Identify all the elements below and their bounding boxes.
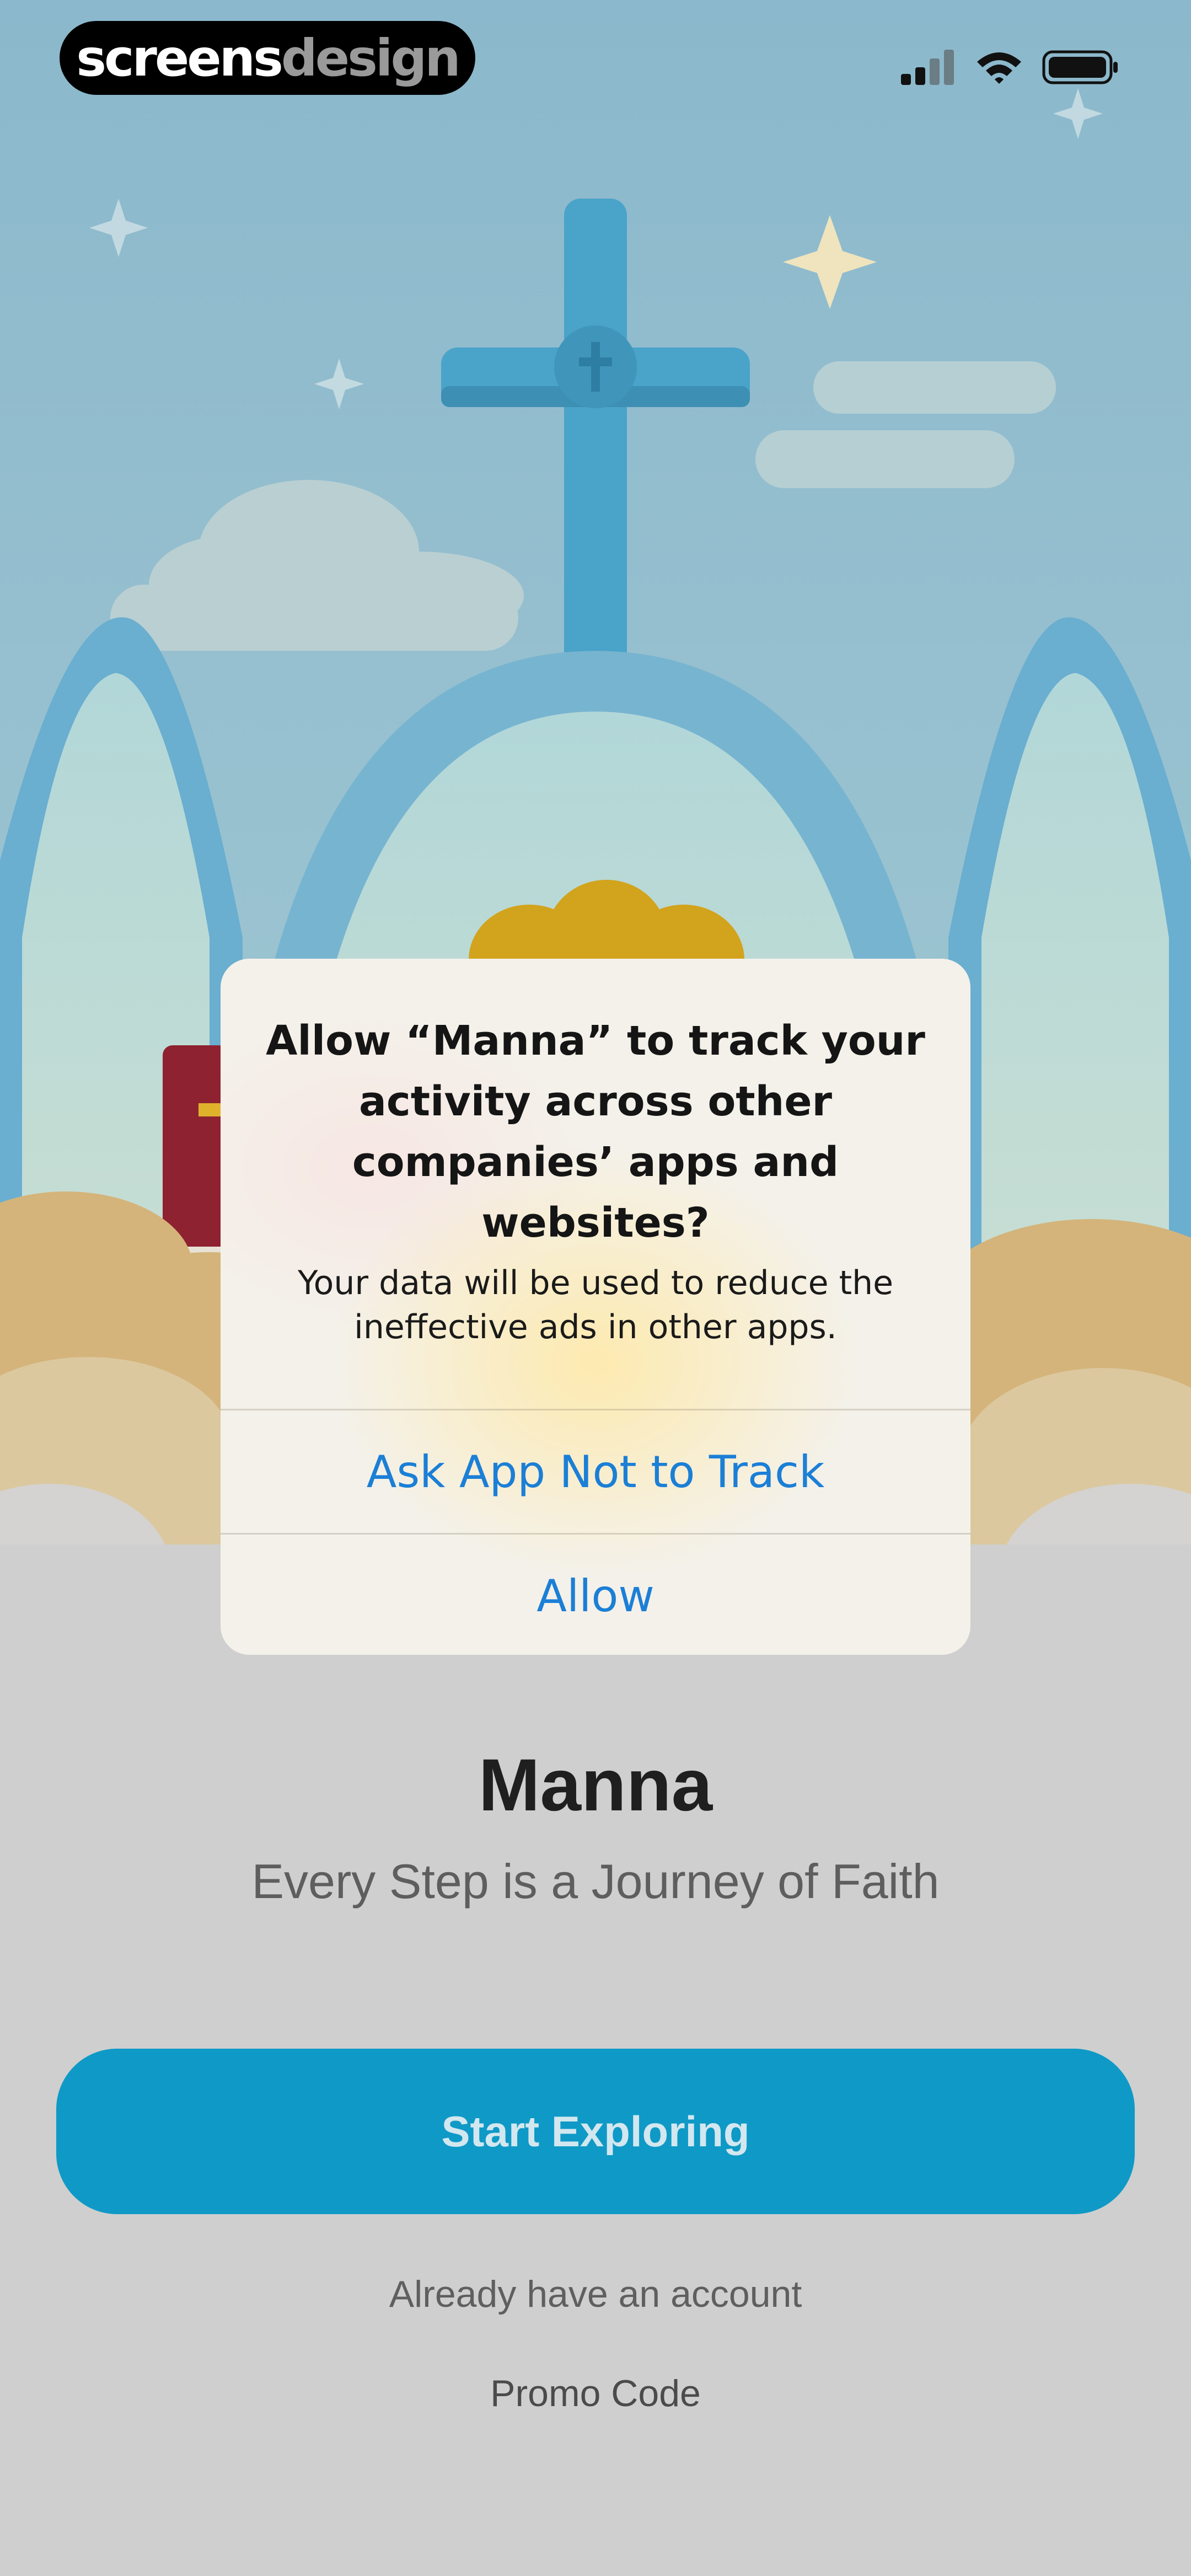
already-have-account-link[interactable]: Already have an account [0, 2273, 1191, 2316]
ask-app-not-to-track-button[interactable]: Ask App Not to Track [221, 1410, 970, 1533]
onboarding-screen: screens design Manna Every Step is a Jour… [0, 0, 1191, 2576]
alert-message: Your data will be used to reduce the ine… [297, 1264, 894, 1346]
tracking-permission-alert: Allow “Manna” to track your activity acr… [221, 959, 970, 1655]
watermark-part1: screens [76, 28, 283, 88]
promo-code-link[interactable]: Promo Code [0, 2372, 1191, 2415]
wifi-icon [977, 52, 1021, 84]
app-title: Manna [478, 1744, 713, 1826]
app-tagline: Every Step is a Journey of Faith [251, 1854, 940, 1909]
screensdesign-watermark: screens design [60, 21, 475, 95]
status-bar-icons [901, 45, 1119, 89]
cellular-signal-icon [901, 50, 954, 85]
battery-icon [1042, 50, 1118, 84]
start-exploring-button[interactable]: Start Exploring [56, 2049, 1135, 2214]
watermark-part2: design [281, 28, 461, 88]
alert-title: Allow “Manna” to track your activity acr… [266, 1017, 925, 1247]
allow-button[interactable]: Allow [221, 1535, 970, 1655]
